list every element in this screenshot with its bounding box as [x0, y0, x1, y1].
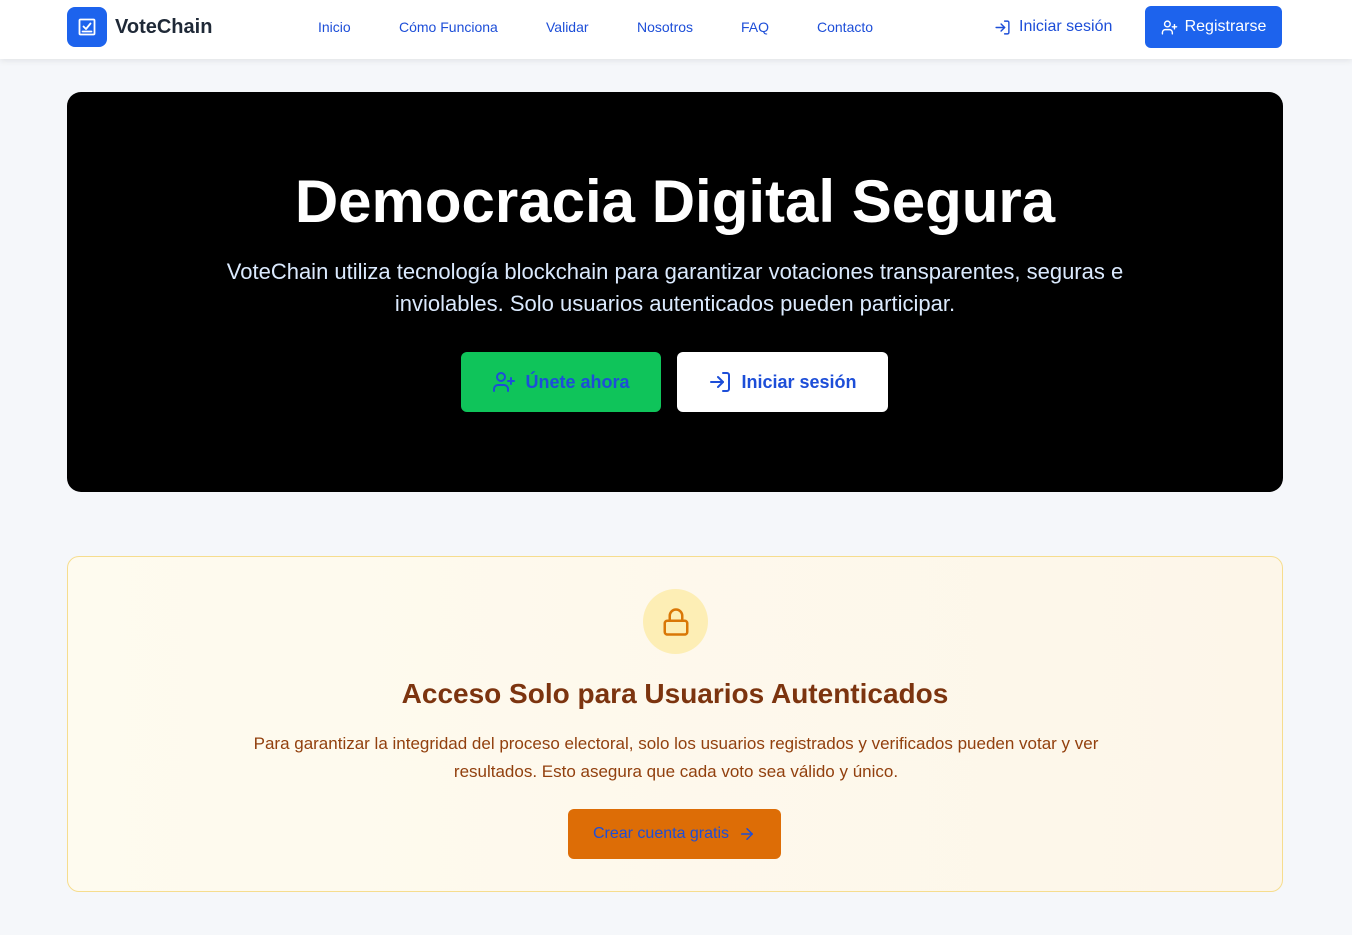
- nav-login-label: Iniciar sesión: [1019, 18, 1113, 35]
- create-account-button[interactable]: Crear cuenta gratis: [568, 809, 781, 859]
- nav-link-contacto[interactable]: Contacto: [817, 19, 873, 35]
- hero-section: Democracia Digital Segura VoteChain util…: [67, 92, 1283, 492]
- auth-notice-card: Acceso Solo para Usuarios Autenticados P…: [67, 556, 1283, 892]
- hero-title: Democracia Digital Segura: [294, 168, 1056, 235]
- hero-login-button[interactable]: Iniciar sesión: [677, 352, 888, 412]
- arrow-right-icon: [738, 825, 756, 843]
- user-plus-icon: [492, 370, 516, 394]
- nav-register-label: Registrarse: [1184, 18, 1267, 35]
- join-now-label: Únete ahora: [525, 371, 630, 392]
- nav-link-faq[interactable]: FAQ: [741, 19, 769, 35]
- nav-login-button[interactable]: Iniciar sesión: [994, 16, 1112, 38]
- notice-title: Acceso Solo para Usuarios Autenticados: [401, 678, 949, 709]
- user-plus-icon: [1161, 19, 1178, 36]
- log-in-icon: [994, 19, 1011, 36]
- navbar: VoteChain Inicio Cómo Funciona Validar N…: [0, 0, 1352, 59]
- nav-link-inicio[interactable]: Inicio: [318, 19, 351, 35]
- notice-text: Para garantizar la integridad del proces…: [253, 734, 1099, 781]
- nav-register-button[interactable]: Registrarse: [1145, 6, 1282, 48]
- nav-link-validar[interactable]: Validar: [546, 19, 589, 35]
- nav-link-nosotros[interactable]: Nosotros: [637, 19, 693, 35]
- log-in-icon: [708, 370, 732, 394]
- hero-login-label: Iniciar sesión: [741, 371, 857, 392]
- hero-subtitle: VoteChain utiliza tecnología blockchain …: [226, 259, 1124, 316]
- nav-link-como-funciona[interactable]: Cómo Funciona: [399, 19, 498, 35]
- create-account-label: Crear cuenta gratis: [592, 825, 730, 842]
- join-now-button[interactable]: Únete ahora: [461, 352, 661, 412]
- lock-icon: [643, 589, 708, 654]
